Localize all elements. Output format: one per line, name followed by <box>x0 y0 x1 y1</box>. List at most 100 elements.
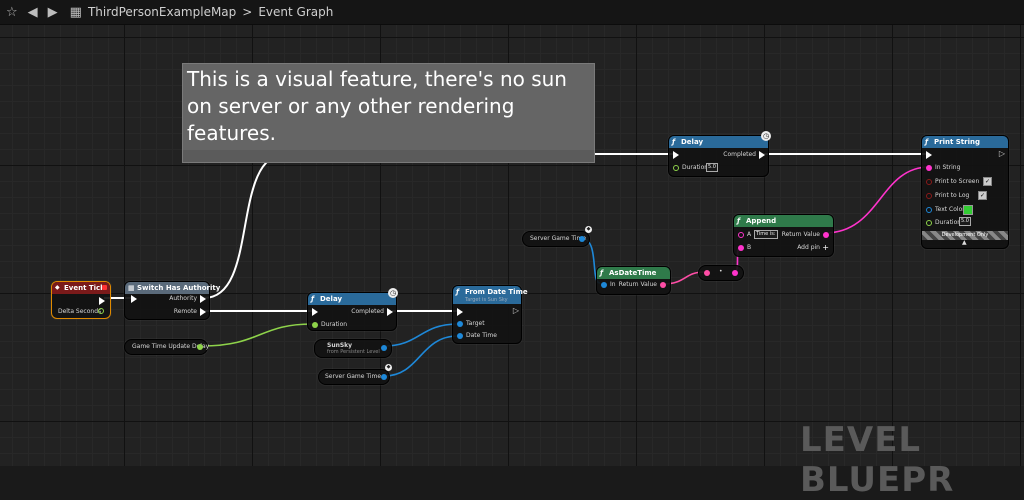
print-to-screen-label: Print to Screen <box>935 178 980 185</box>
append-a-pin[interactable] <box>738 232 744 238</box>
delay-bottom-completed-label: Completed <box>351 308 384 315</box>
delay-top-duration-label: Duration <box>682 164 709 171</box>
print-to-screen-pin[interactable] <box>926 179 932 185</box>
server-game-time-node-bottom[interactable]: Server Game Time ◆ <box>318 364 392 385</box>
print-duration-pin[interactable] <box>926 220 932 226</box>
print-string-node[interactable]: ƒ Print String ▷ In String Print to Scre… <box>921 135 1009 249</box>
append-a-label: A <box>747 231 752 238</box>
as-date-time-in-pin[interactable] <box>601 282 607 288</box>
server-game-time-node-top[interactable]: Server Game Time ◆ <box>522 226 592 247</box>
append-b-label: B <box>747 244 752 251</box>
date-time-pin[interactable] <box>457 333 463 339</box>
delay-top-exec-in[interactable] <box>673 151 679 159</box>
delay-bottom-duration-label: Duration <box>321 321 348 328</box>
delay-node-bottom[interactable]: ƒ Delay ◷ Completed Duration <box>307 288 398 331</box>
print-string-exec-out[interactable]: ▷ <box>999 149 1005 158</box>
append-b-pin[interactable] <box>738 245 744 251</box>
text-color-swatch[interactable] <box>963 205 973 215</box>
delay-bottom-header: ƒ Delay <box>308 293 396 305</box>
switch-has-authority-node[interactable]: ▦ Switch Has Authority Authority Remote <box>124 281 220 320</box>
in-string-label: In String <box>935 164 961 171</box>
delay-top-duration-pin[interactable] <box>673 165 679 171</box>
delay-top-completed-label: Completed <box>723 151 756 158</box>
switch-title: Switch Has Authority <box>137 284 221 292</box>
authority-exec-out[interactable] <box>200 295 206 303</box>
delay-top-exec-out[interactable] <box>759 151 765 159</box>
from-date-time-exec-out-outline: ▷ <box>512 306 519 315</box>
delay-bottom-exec-in[interactable] <box>312 308 318 316</box>
print-to-screen-checkbox[interactable]: ✓ <box>983 177 992 186</box>
delay-node-top[interactable]: ƒ Delay ◷ Completed Duration 5.0 <box>668 131 771 177</box>
reroute-in-pin[interactable] <box>704 270 710 276</box>
switch-header: ▦ Switch Has Authority <box>125 282 220 294</box>
append-node[interactable]: ƒ Append A Time is: Return Value B Add p… <box>733 214 834 257</box>
sunsky-node[interactable]: SunSky from Persistent Level <box>314 339 392 358</box>
as-date-time-in-label: In <box>610 281 616 288</box>
game-time-update-delay-node[interactable]: Game Time Update Delay <box>124 339 209 355</box>
game-time-update-delay-pin[interactable] <box>197 344 203 350</box>
append-a-value[interactable]: Time is: <box>754 230 778 239</box>
print-string-title: Print String <box>934 138 980 146</box>
comment-box[interactable]: This is a visual feature, there's no sun… <box>182 63 595 163</box>
event-tick-node[interactable]: ◆ Event Tick Delta Seconds <box>51 281 111 319</box>
as-date-time-return-pin[interactable] <box>660 282 666 288</box>
delta-seconds-pin[interactable] <box>98 308 104 314</box>
server-game-time-top-label: Server Game Time <box>530 235 587 242</box>
delay-bottom-exec-out[interactable] <box>387 308 393 316</box>
print-duration-value[interactable]: 5.0 <box>959 217 971 226</box>
from-date-time-header: ƒ From Date Time Target is Sun Sky <box>453 286 528 304</box>
as-date-time-header: ƒ AsDateTime <box>597 267 670 279</box>
event-tick-delegate-pin[interactable] <box>102 285 107 290</box>
delta-seconds-label: Delta Seconds <box>58 308 102 315</box>
server-game-time-bottom-label: Server Game Time <box>325 373 382 380</box>
text-color-pin[interactable] <box>926 207 932 213</box>
reroute-node[interactable]: • <box>698 265 744 281</box>
text-color-label: Text Color <box>935 206 965 213</box>
wire-gametime-to-duration <box>201 323 313 347</box>
from-date-time-subtitle: Target is Sun Sky <box>465 297 508 303</box>
reroute-out-pin[interactable] <box>732 270 738 276</box>
target-label: Target <box>466 320 485 327</box>
as-date-time-node[interactable]: ƒ AsDateTime In Return Value <box>596 266 671 295</box>
print-string-header: ƒ Print String <box>922 136 1008 148</box>
delay-bottom-title: Delay <box>320 295 343 303</box>
switch-exec-in[interactable] <box>131 295 137 303</box>
append-return-pin[interactable] <box>823 232 829 238</box>
print-string-exec-in[interactable] <box>926 151 932 159</box>
function-icon: ƒ <box>456 288 460 296</box>
remote-label: Remote <box>173 308 197 315</box>
sunsky-out-pin[interactable] <box>381 345 387 351</box>
print-to-log-checkbox[interactable]: ✓ <box>978 191 987 200</box>
print-to-log-pin[interactable] <box>926 193 932 199</box>
append-return-label: Return Value <box>781 231 820 238</box>
from-date-time-node[interactable]: ƒ From Date Time Target is Sun Sky ▷ Tar… <box>452 285 528 344</box>
remote-exec-out[interactable] <box>200 308 206 316</box>
latent-clock-icon: ◷ <box>388 288 398 298</box>
macro-icon: ▦ <box>128 284 135 292</box>
add-pin-label[interactable]: Add pin <box>797 244 820 251</box>
event-tick-header: ◆ Event Tick <box>52 282 110 294</box>
reroute-dot: • <box>719 268 723 275</box>
in-string-pin[interactable] <box>926 165 932 171</box>
add-pin-icon[interactable]: + <box>822 243 829 252</box>
event-icon: ◆ <box>55 284 60 291</box>
function-icon: ƒ <box>311 295 315 303</box>
delay-top-duration-value[interactable]: 5.0 <box>706 163 718 172</box>
comment-body <box>183 150 594 162</box>
server-game-time-bottom-pin[interactable] <box>381 374 387 380</box>
function-icon: ƒ <box>737 217 741 225</box>
expand-arrow-icon[interactable]: ▲ <box>962 239 967 246</box>
wire-append-to-print <box>824 166 930 234</box>
append-title: Append <box>746 217 777 225</box>
delay-bottom-duration-pin[interactable] <box>312 322 318 328</box>
as-date-time-title: AsDateTime <box>609 269 657 277</box>
event-tick-exec-out[interactable] <box>99 297 105 305</box>
as-date-time-return-label: Return Value <box>618 281 657 288</box>
from-date-time-exec-in[interactable] <box>457 308 463 316</box>
target-pin[interactable] <box>457 321 463 327</box>
event-tick-title: Event Tick <box>64 284 105 292</box>
delay-top-title: Delay <box>681 138 704 146</box>
function-icon: ƒ <box>925 138 929 146</box>
comment-text: This is a visual feature, there's no sun… <box>187 67 567 145</box>
server-game-time-top-pin[interactable] <box>579 236 585 242</box>
